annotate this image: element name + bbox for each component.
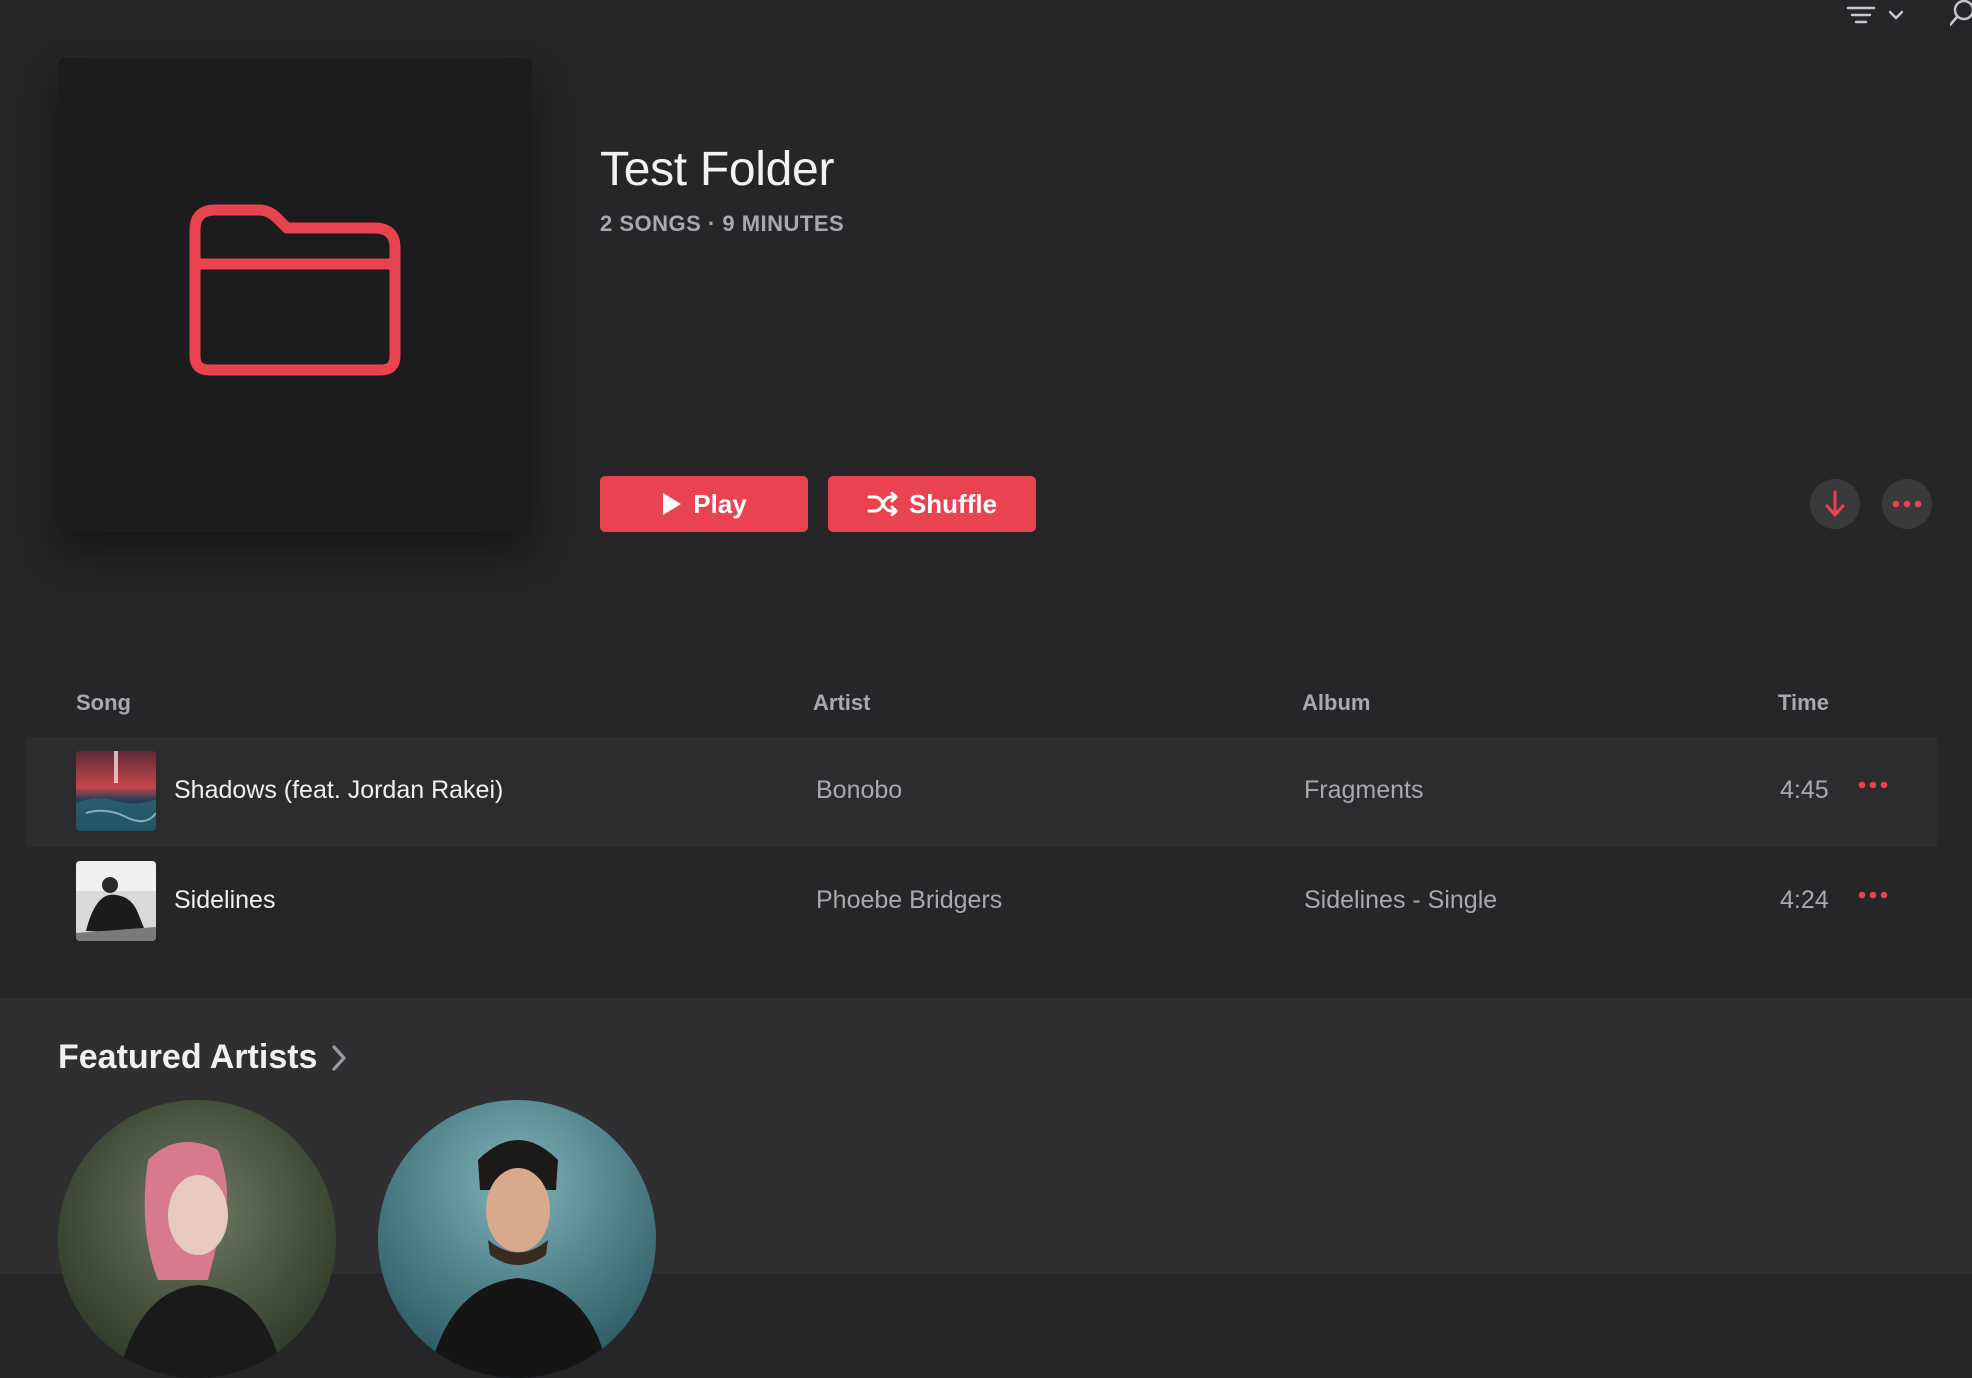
- search-icon[interactable]: [1950, 0, 1972, 28]
- folder-icon: [189, 204, 401, 376]
- shuffle-label: Shuffle: [908, 488, 998, 519]
- chevron-down-icon: [1888, 10, 1904, 20]
- album-artwork: [76, 751, 156, 831]
- album-artwork: [76, 861, 156, 941]
- song-album[interactable]: Sidelines - Single: [1304, 886, 1497, 915]
- column-header-time[interactable]: Time: [1778, 690, 1829, 716]
- song-artist[interactable]: Phoebe Bridgers: [816, 886, 1002, 915]
- shuffle-button[interactable]: Shuffle: [828, 476, 1036, 532]
- ellipsis-icon: [1892, 500, 1922, 508]
- more-options-button[interactable]: [1882, 479, 1932, 529]
- folder-artwork: [58, 58, 532, 532]
- sort-control[interactable]: [1846, 0, 1904, 30]
- song-album[interactable]: Fragments: [1304, 776, 1423, 805]
- table-row[interactable]: Shadows (feat. Jordan Rakei) Bonobo Frag…: [26, 737, 1938, 847]
- column-header-album[interactable]: Album: [1302, 690, 1370, 716]
- song-title: Shadows (feat. Jordan Rakei): [174, 776, 504, 804]
- play-label: Play: [693, 488, 747, 519]
- column-header-song[interactable]: Song: [76, 690, 131, 716]
- sort-lines-icon: [1846, 6, 1876, 24]
- section-title: Featured Artists: [58, 1038, 318, 1076]
- song-time: 4:24: [1780, 886, 1829, 914]
- play-icon: [663, 493, 682, 515]
- song-time: 4:45: [1780, 776, 1829, 804]
- folder-meta: 2 SONGS · 9 MINUTES: [600, 211, 845, 236]
- chevron-right-icon: [332, 1044, 347, 1071]
- shuffle-icon: [867, 492, 898, 516]
- column-header-artist[interactable]: Artist: [813, 690, 870, 716]
- table-row[interactable]: Sidelines Phoebe Bridgers Sidelines - Si…: [26, 847, 1938, 957]
- featured-artists-link[interactable]: Featured Artists: [58, 1038, 347, 1077]
- download-button[interactable]: [1810, 479, 1860, 529]
- arrow-down-icon: [1825, 490, 1845, 517]
- artist-avatar[interactable]: [378, 1100, 656, 1378]
- artist-avatar[interactable]: [58, 1100, 336, 1378]
- play-button[interactable]: Play: [600, 476, 808, 532]
- page-title: Test Folder: [600, 143, 835, 196]
- song-artist[interactable]: Bonobo: [816, 776, 902, 805]
- song-title: Sidelines: [174, 886, 276, 914]
- ellipsis-icon[interactable]: [1858, 891, 1888, 899]
- ellipsis-icon[interactable]: [1858, 781, 1888, 789]
